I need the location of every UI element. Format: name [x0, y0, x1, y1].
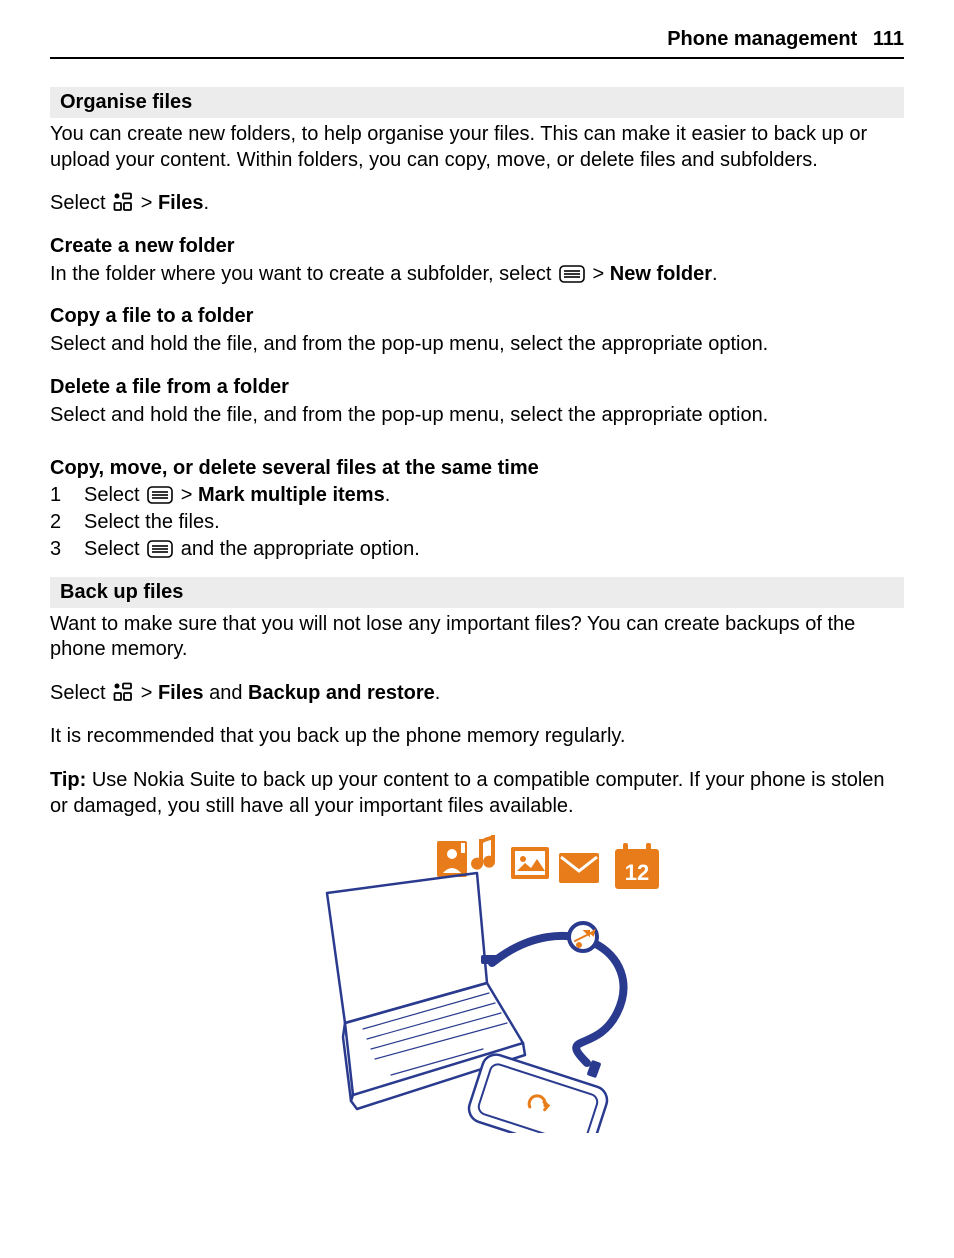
- select-files-line: Select > Files.: [50, 191, 904, 217]
- text: Select: [50, 192, 111, 214]
- running-header: Phone management 111: [50, 28, 904, 59]
- options-menu-icon: [559, 265, 585, 283]
- list-item: 1 Select > Mark multiple items.: [50, 482, 904, 509]
- text: and the appropriate option.: [175, 538, 420, 560]
- backup-recommendation: It is recommended that you back up the p…: [50, 724, 904, 750]
- step-number: 2: [50, 509, 84, 536]
- options-menu-icon: [147, 540, 173, 558]
- step-text: Select > Mark multiple items.: [84, 482, 904, 509]
- subhead-multi: Copy, move, or delete several files at t…: [50, 457, 904, 480]
- new-folder-label: New folder: [610, 263, 712, 285]
- files-label: Files: [158, 192, 204, 214]
- text: >: [593, 263, 610, 285]
- tip-label: Tip:: [50, 769, 86, 791]
- apps-grid-icon: [113, 192, 133, 212]
- apps-grid-icon: [113, 682, 133, 702]
- text: .: [712, 263, 718, 285]
- text: .: [435, 682, 441, 704]
- multi-steps-list: 1 Select > Mark multiple items. 2 Select…: [50, 482, 904, 563]
- text: >: [181, 484, 198, 506]
- header-title: Phone management: [667, 28, 857, 50]
- copy-file-body: Select and hold the file, and from the p…: [50, 332, 904, 358]
- subhead-delete-file: Delete a file from a folder: [50, 376, 904, 399]
- backup-select-line: Select > Files and Backup and restore.: [50, 681, 904, 707]
- files-label: Files: [158, 682, 204, 704]
- text: .: [385, 484, 391, 506]
- text: Select: [50, 682, 111, 704]
- text: >: [141, 682, 158, 704]
- text: In the folder where you want to create a…: [50, 263, 557, 285]
- backup-illustration: 12: [50, 833, 904, 1138]
- step-number: 1: [50, 482, 84, 509]
- organise-intro: You can create new folders, to help orga…: [50, 122, 904, 173]
- text: >: [141, 192, 158, 214]
- create-folder-body: In the folder where you want to create a…: [50, 262, 904, 288]
- backup-restore-label: Backup and restore: [248, 682, 435, 704]
- section-backup-files: Back up files: [50, 577, 904, 608]
- calendar-day: 12: [625, 860, 649, 885]
- text: .: [204, 192, 210, 214]
- section-organise-files: Organise files: [50, 87, 904, 118]
- step-text: Select and the appropriate option.: [84, 536, 904, 563]
- mark-multiple-label: Mark multiple items: [198, 484, 385, 506]
- backup-tip: Tip: Use Nokia Suite to back up your con…: [50, 768, 904, 819]
- step-number: 3: [50, 536, 84, 563]
- manual-page: Phone management 111 Organise files You …: [0, 0, 954, 1178]
- text: Select: [84, 538, 145, 560]
- text: Select: [84, 484, 145, 506]
- backup-intro: Want to make sure that you will not lose…: [50, 612, 904, 663]
- subhead-copy-file: Copy a file to a folder: [50, 305, 904, 328]
- delete-file-body: Select and hold the file, and from the p…: [50, 403, 904, 429]
- options-menu-icon: [147, 486, 173, 504]
- text: and: [209, 682, 248, 704]
- list-item: 2 Select the files.: [50, 509, 904, 536]
- list-item: 3 Select and the appropriate option.: [50, 536, 904, 563]
- page-number: 111: [873, 28, 904, 50]
- tip-body: Use Nokia Suite to back up your content …: [50, 769, 885, 817]
- subhead-create-folder: Create a new folder: [50, 235, 904, 258]
- step-text: Select the files.: [84, 509, 904, 536]
